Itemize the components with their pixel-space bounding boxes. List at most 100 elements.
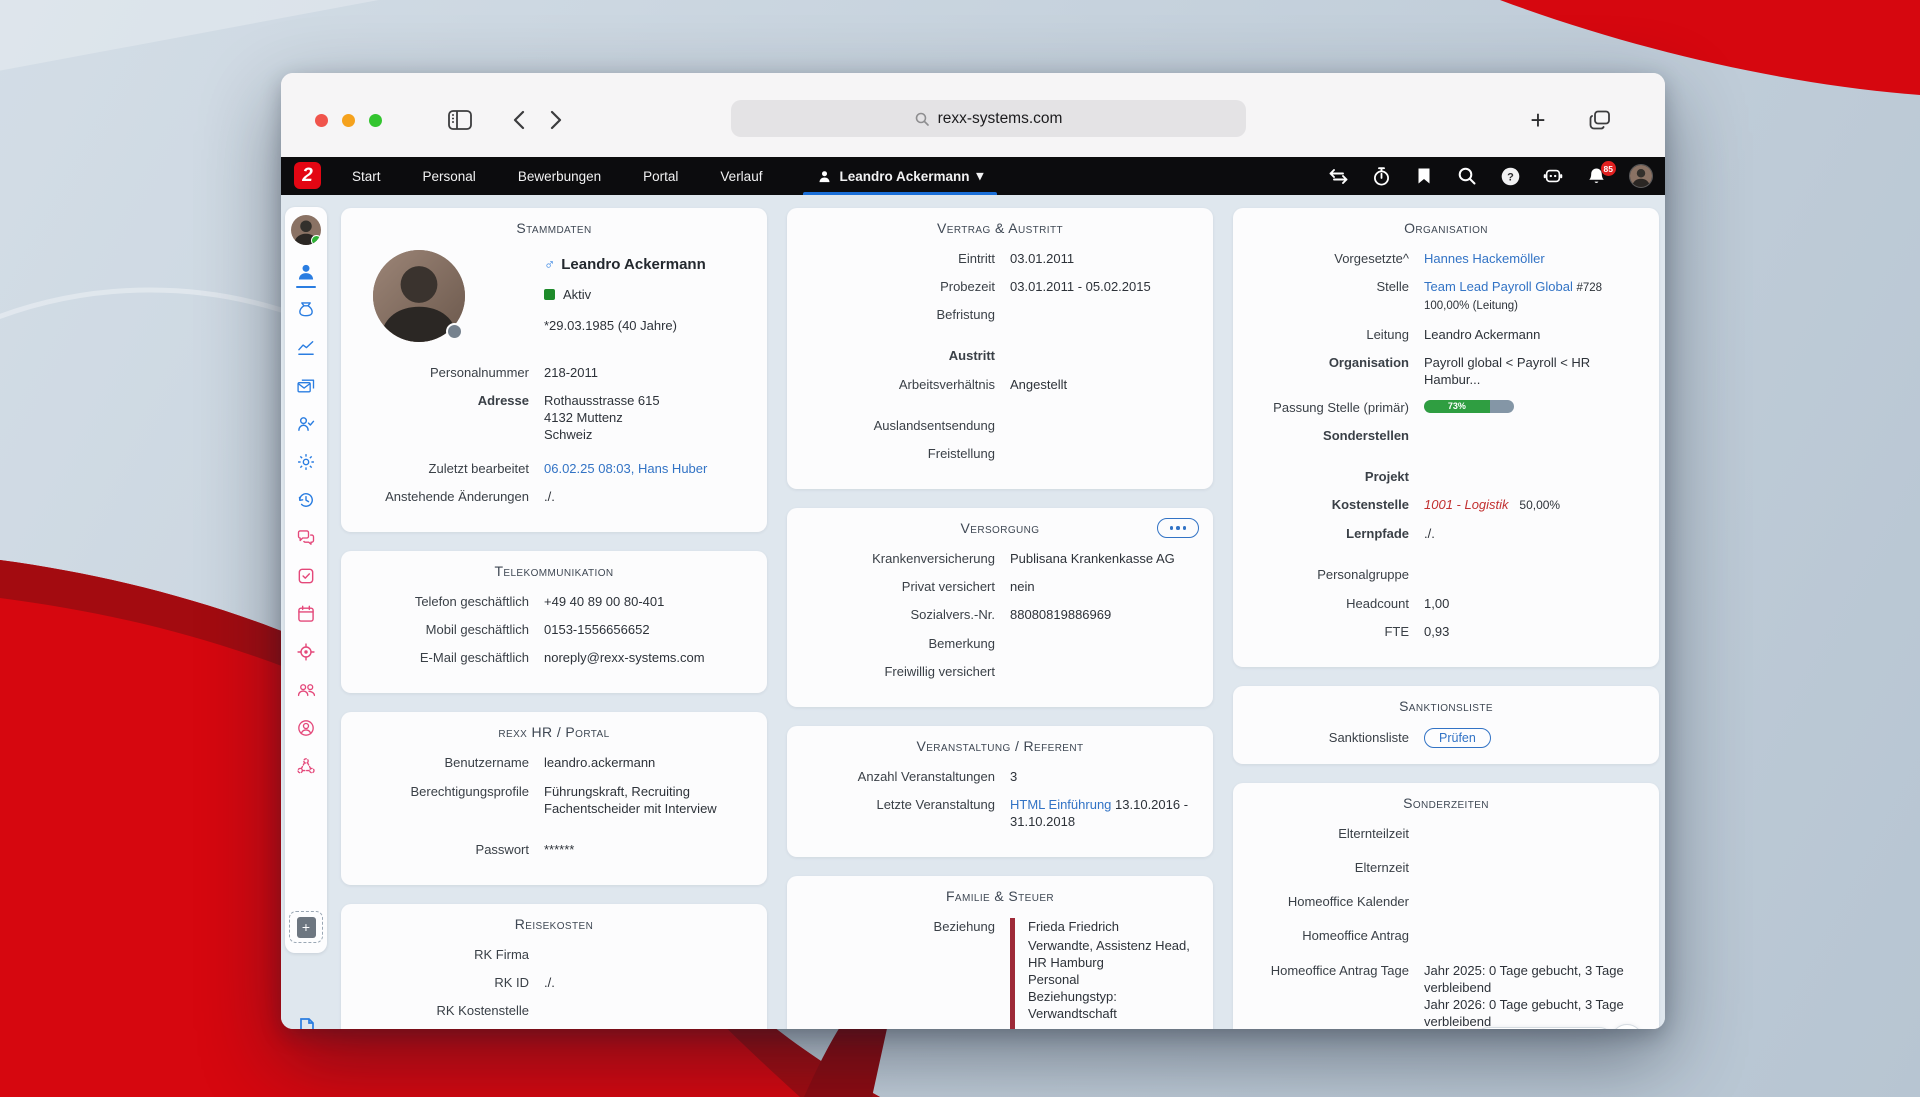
field-row: Telefon geschäftlich +49 40 89 00 80-401 xyxy=(414,593,665,609)
pruefen-button[interactable]: Prüfen xyxy=(1424,727,1491,748)
sidebar-item-payroll-bag[interactable] xyxy=(295,299,317,321)
document-settings-icon[interactable] xyxy=(295,1016,319,1029)
more-options-button[interactable] xyxy=(1157,518,1199,539)
card-sanktionsliste: Sanktionsliste Sanktionsliste Prüfen xyxy=(1233,685,1659,764)
search-icon[interactable] xyxy=(1457,166,1477,186)
add-document-icon xyxy=(296,916,316,938)
card-columns: Stammdaten ♂ Leandro Ackermann Aktiv *29… xyxy=(341,208,1659,1029)
sidebar-item-analytics-chart[interactable] xyxy=(295,337,317,359)
field-row: Sozialvers.-Nr. 88080819886969 xyxy=(910,607,1112,623)
field-row: Passung Stelle (primär) 73% xyxy=(1251,399,1641,416)
sidebar-toggle-button[interactable] xyxy=(447,107,473,133)
window-controls xyxy=(315,114,382,127)
field-row: Krankenversicherung Publisana Krankenkas… xyxy=(872,551,1175,567)
card-title: Sanktionsliste xyxy=(1399,697,1493,714)
person-icon xyxy=(817,169,832,184)
back-button[interactable] xyxy=(505,107,531,133)
card-title: Sonderzeiten xyxy=(1403,794,1489,811)
nav-item-verlauf[interactable]: Verlauf xyxy=(699,157,783,195)
rexx-logo[interactable]: 2 xyxy=(294,162,321,189)
photo-status-dot xyxy=(446,323,463,340)
card-organisation: Organisation Vorgesetzte^ Hannes Hackemö… xyxy=(1233,208,1659,667)
sidebar-item-target[interactable] xyxy=(295,641,317,663)
field-row: Adresse Rothausstrasse 615 4132 Muttenz … xyxy=(359,392,749,443)
sidebar-item-task-check[interactable] xyxy=(295,565,317,587)
card-title: Telekommunikation xyxy=(494,562,614,579)
sidebar-item-assessment-network[interactable] xyxy=(295,755,317,777)
nav-item-portal[interactable]: Portal xyxy=(622,157,699,195)
last-event-value: HTML Einführung 13.10.2016 - 31.10.2018 xyxy=(1010,797,1189,830)
address-bar[interactable]: rexx-systems.com xyxy=(731,100,1246,137)
sidebar-item-chat-bubbles[interactable] xyxy=(295,527,317,549)
card-veranstaltung-referent: Veranstaltung / Referent Anzahl Veransta… xyxy=(787,725,1213,858)
bell-icon[interactable]: 85 xyxy=(1586,161,1616,186)
field-row: Anzahl Veranstaltungen 3 xyxy=(857,768,1018,784)
field-row: Sonderstellen xyxy=(1323,428,1409,444)
card-title: Vertrag & Austritt xyxy=(937,220,1063,236)
position-link[interactable]: Team Lead Payroll Global xyxy=(1424,279,1573,294)
field-row: Mobil geschäftlich 0153-1556656652 xyxy=(425,622,650,638)
sidebar-item-team[interactable] xyxy=(295,679,317,701)
sidebar-item-settings-gear[interactable] xyxy=(295,451,317,473)
status-label: Aktiv xyxy=(563,287,592,302)
person-tab-label: Leandro Ackermann xyxy=(839,168,970,184)
browser-window: rexx-systems.com + 2 Start Personal Bewe… xyxy=(281,73,1665,1029)
card-title: Familie & Steuer xyxy=(945,888,1055,905)
close-window-button[interactable] xyxy=(315,114,328,127)
add-document-dropzone[interactable] xyxy=(289,911,323,943)
notification-badge: 85 xyxy=(1600,161,1616,176)
last-edited-link[interactable]: 06.02.25 08:03, Hans Huber xyxy=(544,460,749,477)
field-row: Letzte Veranstaltung HTML Einführung 13.… xyxy=(805,796,1195,830)
profile-hero: ♂ Leandro Ackermann Aktiv *29.03.1985 (4… xyxy=(359,250,749,342)
column-2: Vertrag & Austritt Eintritt 03.01.2011 P… xyxy=(787,208,1213,1029)
caret-icon[interactable]: ^ xyxy=(1403,251,1409,266)
event-link[interactable]: HTML Einführung xyxy=(1010,797,1111,812)
bookmark-icon[interactable] xyxy=(1414,166,1434,186)
sidebar-item-calendar[interactable] xyxy=(295,603,317,625)
position-value: Team Lead Payroll Global #728 100,00% (L… xyxy=(1424,279,1603,313)
app-navbar: 2 Start Personal Bewerbungen Portal Verl… xyxy=(281,157,1665,195)
field-row: Benutzername leandro.ackermann xyxy=(444,755,656,771)
field-row: FTE 0,93 xyxy=(1384,623,1450,639)
help-icon[interactable]: ? xyxy=(1500,166,1520,186)
nav-item-personal[interactable]: Personal xyxy=(402,157,497,195)
sidebar-avatar[interactable] xyxy=(291,215,321,245)
field-row: Arbeitsverhältnis Angestellt xyxy=(898,376,1068,392)
zoom-window-button[interactable] xyxy=(369,114,382,127)
status-active-icon xyxy=(544,289,555,300)
field-row: Berechtigungsprofile Führungskraft, Recr… xyxy=(410,783,717,816)
sidebar-item-user-profile[interactable] xyxy=(295,261,317,288)
chat-button[interactable]: Chat (Verfügbar) xyxy=(1475,1027,1613,1029)
new-tab-button[interactable]: + xyxy=(1525,105,1551,135)
field-row: Passwort ****** xyxy=(475,841,575,857)
column-3: Organisation Vorgesetzte^ Hannes Hackemö… xyxy=(1233,208,1659,1029)
stopwatch-icon[interactable] xyxy=(1371,166,1391,186)
minimize-window-button[interactable] xyxy=(342,114,355,127)
card-reisekosten: Reisekosten RK Firma RK ID ./. RK Kosten… xyxy=(341,904,767,1029)
user-avatar[interactable] xyxy=(1629,164,1653,188)
browser-toolbar: rexx-systems.com + xyxy=(281,73,1665,157)
supervisor-link[interactable]: Hannes Hackemöller xyxy=(1424,250,1641,267)
card-rexx-hr-portal: rexx HR / Portal Benutzername leandro.ac… xyxy=(341,712,767,886)
transfer-icon[interactable] xyxy=(1328,166,1348,186)
field-row: Anstehende Änderungen ./. xyxy=(385,488,555,504)
sidebar-item-user-check[interactable] xyxy=(295,413,317,435)
robot-icon[interactable] xyxy=(1543,166,1563,186)
field-row: Homeoffice Antrag Tage Jahr 2025: 0 Tage… xyxy=(1251,962,1641,1029)
tab-person-record[interactable]: Leandro Ackermann ▾ xyxy=(799,157,1001,195)
nav-item-bewerbungen[interactable]: Bewerbungen xyxy=(497,157,622,195)
field-row: RK Firma xyxy=(474,947,529,963)
card-title: Versorgung xyxy=(960,520,1040,537)
field-row: Kostenstelle 1001 - Logistik 50,00% xyxy=(1251,496,1641,514)
field-row: Headcount 1,00 xyxy=(1346,595,1450,611)
costcenter-link[interactable]: 1001 - Logistik xyxy=(1424,497,1509,512)
forward-button[interactable] xyxy=(543,107,569,133)
sidebar-item-mail-documents[interactable] xyxy=(295,375,317,397)
gender-icon: ♂ xyxy=(544,256,556,273)
sidebar-item-history-clock[interactable] xyxy=(295,489,317,511)
sidebar-item-user-circle[interactable] xyxy=(295,717,317,739)
supervisor-label: Vorgesetzte^ xyxy=(1334,251,1409,266)
field-row: Zuletzt bearbeitet 06.02.25 08:03, Hans … xyxy=(359,460,749,477)
tab-overview-button[interactable] xyxy=(1587,107,1613,133)
nav-item-start[interactable]: Start xyxy=(331,157,402,195)
